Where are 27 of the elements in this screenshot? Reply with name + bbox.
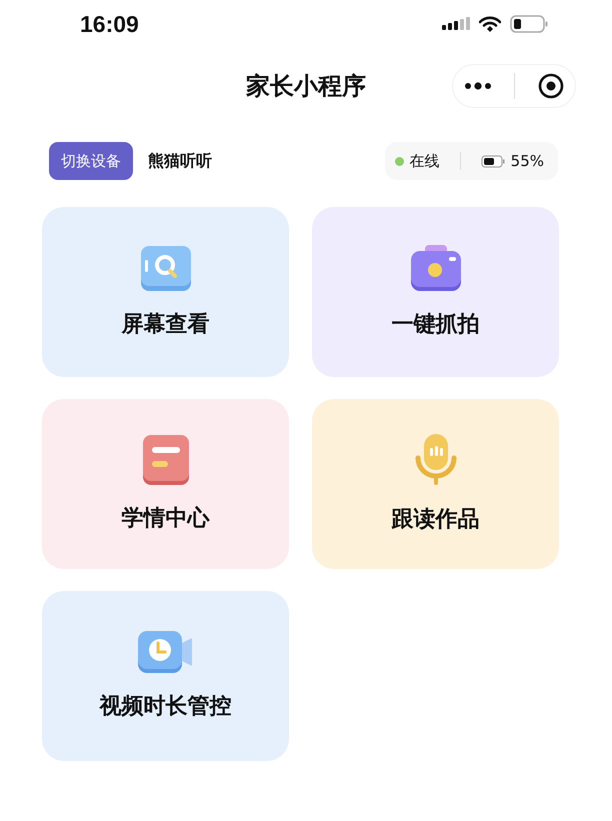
signal-icon bbox=[442, 17, 470, 31]
magnifier-screen-icon bbox=[140, 245, 192, 291]
tile-label: 学情中心 bbox=[122, 504, 210, 533]
camera-icon bbox=[410, 245, 460, 291]
close-icon[interactable] bbox=[538, 73, 564, 99]
battery-icon bbox=[480, 154, 505, 168]
microphone-icon bbox=[414, 434, 456, 486]
tile-label: 跟读作品 bbox=[392, 506, 480, 534]
online-status: 在线 bbox=[410, 152, 440, 170]
feature-tile[interactable]: 一键抓拍 bbox=[312, 207, 559, 377]
feature-tile[interactable]: 屏幕查看 bbox=[42, 207, 289, 377]
document-icon bbox=[142, 435, 188, 485]
page-title: 家长小程序 bbox=[246, 71, 366, 102]
feature-tile[interactable]: 学情中心 bbox=[42, 399, 289, 569]
device-name: 熊猫听听 bbox=[148, 150, 212, 172]
tile-label: 屏幕查看 bbox=[122, 311, 210, 339]
switch-device-button[interactable]: 切换设备 bbox=[49, 142, 133, 180]
battery-icon bbox=[510, 15, 548, 33]
feature-tile[interactable]: 跟读作品 bbox=[312, 399, 559, 569]
wifi-icon bbox=[479, 16, 501, 32]
video-clock-icon bbox=[138, 631, 194, 673]
feature-tile[interactable]: 视频时长管控 bbox=[42, 591, 289, 761]
battery-level: 55% bbox=[510, 152, 544, 170]
tile-label: 视频时长管控 bbox=[100, 693, 232, 721]
more-icon[interactable] bbox=[464, 82, 492, 90]
status-time: 16:09 bbox=[80, 10, 139, 38]
tile-label: 一键抓拍 bbox=[392, 311, 480, 339]
